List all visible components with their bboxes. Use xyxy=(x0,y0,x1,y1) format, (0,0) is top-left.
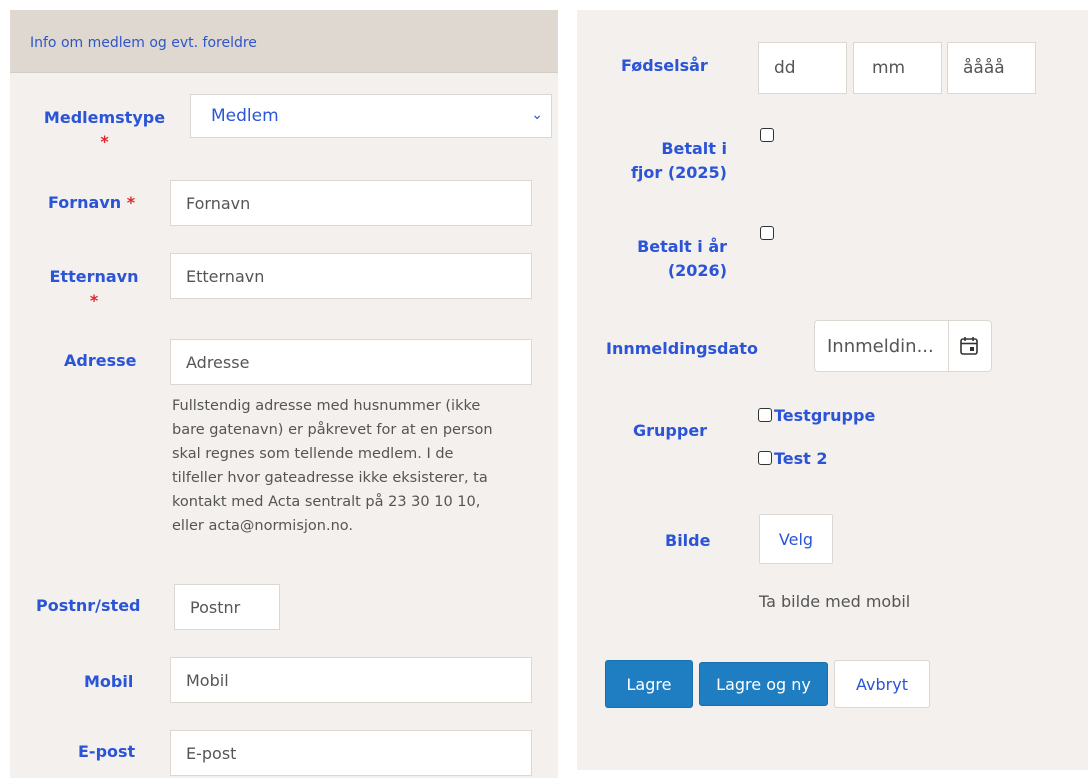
birth-month-input[interactable]: mm xyxy=(853,42,942,94)
epost-input[interactable]: E-post xyxy=(170,730,532,776)
testgruppe-checkbox[interactable] xyxy=(758,408,772,422)
betalt-iar-label: Betalt i år (2026) xyxy=(637,237,727,280)
details-panel: Fødselsår dd mm åååå Betalt i fjor (2025)… xyxy=(577,10,1088,770)
chevron-down-icon: ⌄ xyxy=(531,107,543,123)
grupper-label: Grupper xyxy=(633,421,708,440)
adresse-input[interactable]: Adresse xyxy=(170,339,532,385)
etternavn-input[interactable]: Etternavn xyxy=(170,253,532,299)
choose-image-button[interactable]: Velg xyxy=(759,514,833,564)
medlemstype-label: Medlemstype * xyxy=(43,108,166,151)
birth-day-input[interactable]: dd xyxy=(758,42,847,94)
epost-label: E-post xyxy=(78,742,136,761)
innmeldingsdato-input[interactable]: Innmeldin... xyxy=(814,320,992,372)
fornavn-label: Fornavn * xyxy=(48,193,136,212)
betalt-iar-checkbox[interactable] xyxy=(760,226,774,240)
etternavn-label: Etternavn * xyxy=(49,267,139,310)
fodselsar-label: Fødselsår xyxy=(621,56,708,75)
cancel-button[interactable]: Avbryt xyxy=(834,660,930,708)
calendar-icon[interactable] xyxy=(958,335,980,362)
mobil-label: Mobil xyxy=(84,672,134,691)
betalt-ifjor-label: Betalt i fjor (2025) xyxy=(630,139,727,182)
input-divider xyxy=(948,321,949,371)
postnr-input[interactable]: Postnr xyxy=(174,584,280,630)
medlemstype-select[interactable]: Medlem ⌄ xyxy=(190,94,552,138)
postnr-label: Postnr/sted xyxy=(36,596,141,615)
test2-checkbox[interactable] xyxy=(758,451,772,465)
adresse-label: Adresse xyxy=(64,351,137,370)
mobil-input[interactable]: Mobil xyxy=(170,657,532,703)
innmeldingsdato-label: Innmeldingsdato xyxy=(606,339,758,358)
panel-header: Info om medlem og evt. foreldre xyxy=(10,10,558,73)
fornavn-input[interactable]: Fornavn xyxy=(170,180,532,226)
test2-label: Test 2 xyxy=(774,449,828,468)
birth-year-input[interactable]: åååå xyxy=(947,42,1036,94)
bilde-label: Bilde xyxy=(665,531,711,550)
betalt-ifjor-checkbox[interactable] xyxy=(760,128,774,142)
take-photo-hint[interactable]: Ta bilde med mobil xyxy=(759,592,910,611)
save-and-new-button[interactable]: Lagre og ny xyxy=(699,662,828,706)
adresse-help-text: Fullstendig adresse med husnummer (ikke … xyxy=(172,398,493,534)
medlemstype-value: Medlem xyxy=(211,106,279,126)
testgruppe-label: Testgruppe xyxy=(774,406,876,425)
save-button[interactable]: Lagre xyxy=(605,660,693,708)
member-info-panel: Info om medlem og evt. foreldre Medlemst… xyxy=(10,10,558,778)
panel-title: Info om medlem og evt. foreldre xyxy=(30,35,257,51)
